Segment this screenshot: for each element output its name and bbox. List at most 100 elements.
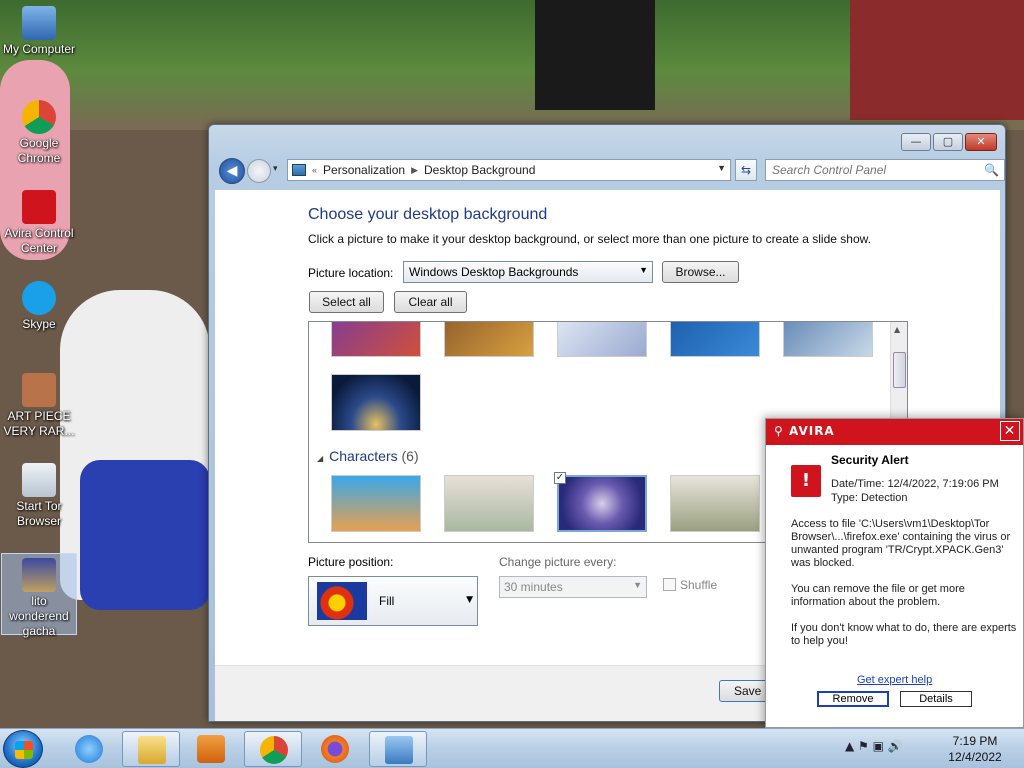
collapse-icon[interactable]: ◢: [317, 454, 323, 463]
wallpaper-thumbnail[interactable]: [331, 475, 421, 532]
start-button[interactable]: [3, 730, 43, 768]
wallpaper-checkbox[interactable]: ✓: [554, 472, 566, 484]
avira-logo: ⚲: [774, 424, 789, 438]
image-file-icon: [22, 373, 56, 407]
desktop-icon-lito-gacha[interactable]: lito wonderend gacha: [1, 553, 77, 638]
taskbar-clock[interactable]: 7:19 PM 12/4/2022: [935, 733, 1015, 765]
refresh-button[interactable]: ⇆: [735, 159, 757, 181]
page-title: Choose your desktop background: [308, 206, 548, 223]
remove-button[interactable]: Remove: [817, 691, 889, 707]
folder-icon: [138, 736, 166, 764]
search-box[interactable]: 🔍: [765, 159, 1005, 181]
wallpaper-thumbnail[interactable]: [557, 322, 647, 357]
desktop-icon-skype[interactable]: Skype: [1, 281, 77, 332]
alert-body: Access to file 'C:\Users\vm1\Desktop\Tor…: [791, 518, 1021, 661]
shuffle-checkbox[interactable]: Shuffle: [663, 578, 717, 592]
expert-help-link[interactable]: Get expert help: [857, 674, 932, 686]
taskbar-media-player[interactable]: [182, 731, 240, 767]
breadcrumb-personalization[interactable]: Personalization: [323, 163, 405, 177]
chrome-icon: [260, 736, 288, 764]
taskbar-internet-explorer[interactable]: [60, 731, 118, 767]
breadcrumb-separator-icon: ▶: [411, 164, 418, 175]
desktop-icon-avira[interactable]: Avira Control Center: [1, 190, 77, 256]
media-player-icon: [197, 735, 225, 763]
details-button[interactable]: Details: [900, 691, 972, 707]
minimize-button[interactable]: —: [901, 133, 931, 151]
warning-icon: !: [791, 465, 821, 497]
picture-location-label: Picture location:: [308, 266, 394, 280]
wallpaper-thumbnail[interactable]: [331, 374, 421, 431]
desktop-icon-label: Skype: [22, 317, 56, 331]
taskbar-control-panel[interactable]: [369, 731, 427, 767]
group-count: (6): [401, 448, 419, 464]
desktop-icon-label: Start Tor Browser: [16, 499, 62, 528]
maximize-button[interactable]: ▢: [933, 133, 963, 151]
alert-advice: You can remove the file or get more info…: [791, 583, 965, 608]
chrome-icon: [22, 100, 56, 134]
wallpaper-thumbnail[interactable]: [670, 475, 760, 532]
navigation-bar: ◀ ▾ « Personalization ▶ Desktop Backgrou…: [217, 158, 1005, 184]
alert-title: Security Alert: [831, 453, 909, 467]
desktop-icon-art-piece[interactable]: ART PIECE VERY RAR...: [1, 373, 77, 439]
search-icon[interactable]: 🔍: [984, 163, 999, 177]
firefox-icon: [321, 735, 349, 763]
recent-pages-button[interactable]: ▾: [273, 164, 278, 174]
group-header-characters[interactable]: ◢ Characters (6): [317, 448, 419, 464]
select-all-button[interactable]: Select all: [309, 291, 384, 313]
taskbar-firefox[interactable]: [306, 731, 364, 767]
alert-message: Access to file 'C:\Users\vm1\Desktop\Tor…: [791, 518, 1011, 569]
wallpaper-thumbnail[interactable]: [331, 322, 421, 357]
control-panel-icon: [292, 164, 306, 176]
alert-close-button[interactable]: ✕: [1000, 421, 1020, 441]
forward-button[interactable]: [247, 159, 271, 183]
shuffle-label: Shuffle: [680, 578, 718, 592]
taskbar: ▲ ⚑ ▣ 🔊 7:19 PM 12/4/2022: [0, 728, 1024, 768]
scroll-thumb[interactable]: [893, 352, 906, 388]
wallpaper-thumbnail-selected[interactable]: [557, 475, 647, 532]
taskbar-chrome[interactable]: [244, 731, 302, 767]
breadcrumb-overflow[interactable]: «: [312, 165, 317, 175]
clock-date: 12/4/2022: [948, 750, 1002, 764]
back-button[interactable]: ◀: [219, 158, 245, 184]
wallpaper-thumbnail[interactable]: [444, 322, 534, 357]
clear-all-button[interactable]: Clear all: [394, 291, 467, 313]
picture-position-select[interactable]: Fill ▼: [308, 576, 478, 626]
change-interval-select[interactable]: 30 minutes ▼: [499, 576, 647, 598]
address-bar[interactable]: « Personalization ▶ Desktop Background ▼: [287, 159, 731, 181]
scroll-up-icon[interactable]: ▲: [894, 325, 900, 334]
avira-security-alert: ⚲ AVIRA ✕ Security Alert ! Date/Time: 12…: [765, 418, 1024, 728]
avira-brand: AVIRA: [788, 424, 835, 438]
wallpaper-thumbnail[interactable]: [783, 322, 873, 357]
image-file-icon: [22, 558, 56, 592]
wallpaper-thumbnail[interactable]: [670, 322, 760, 357]
breadcrumb-desktop-background[interactable]: Desktop Background: [424, 163, 535, 177]
shortcut-icon: [22, 463, 56, 497]
address-dropdown-icon[interactable]: ▼: [717, 163, 726, 173]
chevron-down-icon: ▼: [639, 265, 648, 275]
desktop-icon-my-computer[interactable]: My Computer: [1, 6, 77, 57]
checkbox-box[interactable]: [663, 578, 676, 591]
computer-icon: [22, 6, 56, 40]
desktop-icon-google-chrome[interactable]: Google Chrome: [1, 100, 77, 166]
wallpaper-thumbnail[interactable]: [444, 475, 534, 532]
change-interval-value: 30 minutes: [504, 580, 563, 594]
internet-explorer-icon: [75, 735, 103, 763]
alert-meta: Date/Time: 12/4/2022, 7:19:06 PM Type: D…: [831, 477, 999, 505]
desktop-icon-label: ART PIECE VERY RAR...: [3, 409, 75, 438]
search-input[interactable]: [766, 160, 966, 180]
picture-position-value: Fill: [379, 594, 395, 608]
taskbar-file-explorer[interactable]: [122, 731, 180, 767]
chevron-down-icon: ▼: [633, 580, 642, 590]
picture-position-label: Picture position:: [308, 555, 394, 569]
close-button[interactable]: ✕: [965, 133, 997, 151]
system-tray[interactable]: ▲ ⚑ ▣ 🔊: [845, 739, 903, 753]
wallpaper-red-block: [850, 0, 1024, 120]
browse-button[interactable]: Browse...: [662, 261, 739, 283]
desktop-icon-tor-browser[interactable]: Start Tor Browser: [1, 463, 77, 529]
wallpaper-blue-figure: [80, 460, 210, 610]
desktop-icon-label: lito wonderend gacha: [9, 594, 69, 638]
avira-header: ⚲ AVIRA ✕: [766, 419, 1023, 445]
page-description: Click a picture to make it your desktop …: [308, 232, 871, 246]
picture-location-select[interactable]: Windows Desktop Backgrounds ▼: [403, 261, 653, 283]
alert-datetime: Date/Time: 12/4/2022, 7:19:06 PM: [831, 478, 999, 490]
